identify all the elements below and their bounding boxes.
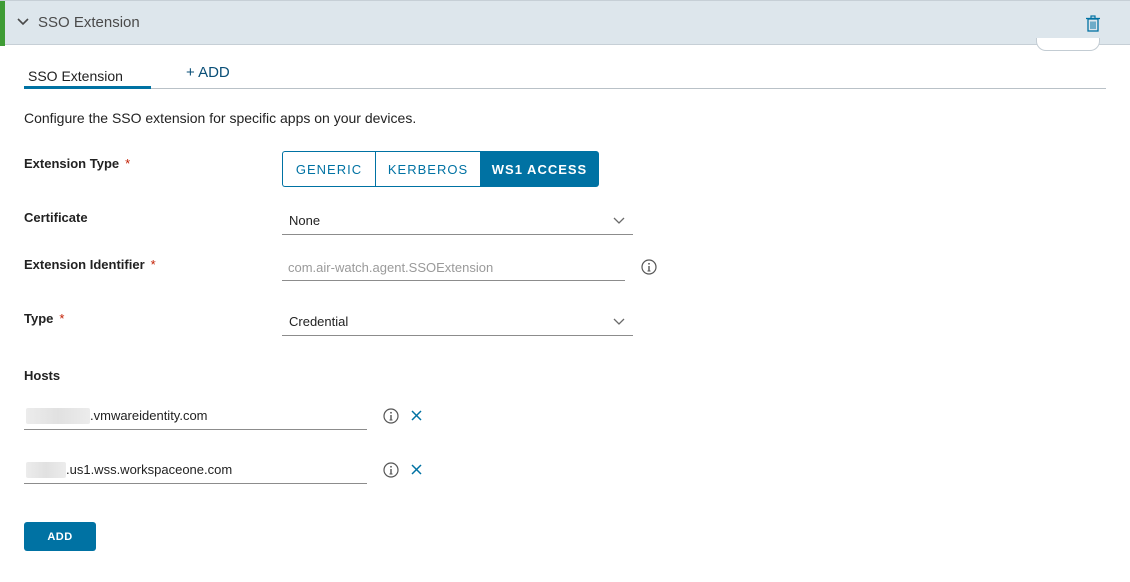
hidden-toolbar-button[interactable] bbox=[1036, 38, 1100, 51]
active-tab-indicator bbox=[24, 86, 151, 89]
section-header[interactable]: SSO Extension bbox=[0, 0, 1130, 46]
type-select[interactable]: Credential bbox=[282, 312, 633, 336]
certificate-select[interactable]: None bbox=[282, 211, 633, 235]
extension-type-kerberos-button[interactable]: KERBEROS bbox=[375, 151, 480, 187]
type-label: Type * bbox=[24, 311, 65, 326]
extension-identifier-field[interactable] bbox=[282, 255, 625, 281]
tab-add-button[interactable]: + ADD bbox=[186, 64, 230, 81]
remove-host-icon[interactable] bbox=[411, 464, 422, 475]
extension-identifier-label: Extension Identifier * bbox=[24, 257, 156, 272]
extension-type-label: Extension Type * bbox=[24, 156, 131, 171]
tab-divider bbox=[24, 88, 1106, 89]
extension-type-ws1-access-button[interactable]: WS1 ACCESS bbox=[480, 151, 599, 187]
info-icon[interactable] bbox=[641, 259, 657, 275]
section-title: SSO Extension bbox=[38, 14, 140, 31]
chevron-down-icon bbox=[613, 318, 625, 325]
type-value: Credential bbox=[289, 314, 349, 329]
chevron-down-icon bbox=[613, 217, 625, 224]
redacted-text bbox=[26, 462, 66, 478]
required-marker: * bbox=[150, 257, 156, 272]
host-field-1[interactable]: .vmwareidentity.com bbox=[24, 404, 367, 430]
host-value-2: .us1.wss.workspaceone.com bbox=[66, 462, 233, 477]
host-field-2[interactable]: .us1.wss.workspaceone.com bbox=[24, 458, 367, 484]
header-accent-bar bbox=[0, 1, 5, 46]
required-marker: * bbox=[59, 311, 65, 326]
redacted-text bbox=[26, 408, 90, 424]
certificate-value: None bbox=[289, 213, 321, 228]
tab-sso-extension[interactable]: SSO Extension bbox=[28, 68, 123, 84]
required-marker: * bbox=[125, 156, 131, 171]
chevron-down-icon[interactable] bbox=[16, 15, 30, 29]
extension-type-segmented-control[interactable]: GENERIC KERBEROS WS1 ACCESS bbox=[282, 151, 599, 187]
host-value-1: .vmwareidentity.com bbox=[90, 408, 208, 423]
add-host-button[interactable]: ADD bbox=[24, 522, 96, 551]
hosts-label: Hosts bbox=[24, 368, 61, 383]
remove-host-icon[interactable] bbox=[411, 410, 422, 421]
extension-identifier-input[interactable] bbox=[282, 255, 625, 279]
info-icon[interactable] bbox=[383, 462, 399, 478]
info-icon[interactable] bbox=[383, 408, 399, 424]
certificate-label: Certificate bbox=[24, 210, 88, 225]
extension-type-generic-button[interactable]: GENERIC bbox=[282, 151, 375, 187]
trash-icon[interactable] bbox=[1085, 15, 1101, 32]
section-description: Configure the SSO extension for specific… bbox=[24, 110, 417, 126]
